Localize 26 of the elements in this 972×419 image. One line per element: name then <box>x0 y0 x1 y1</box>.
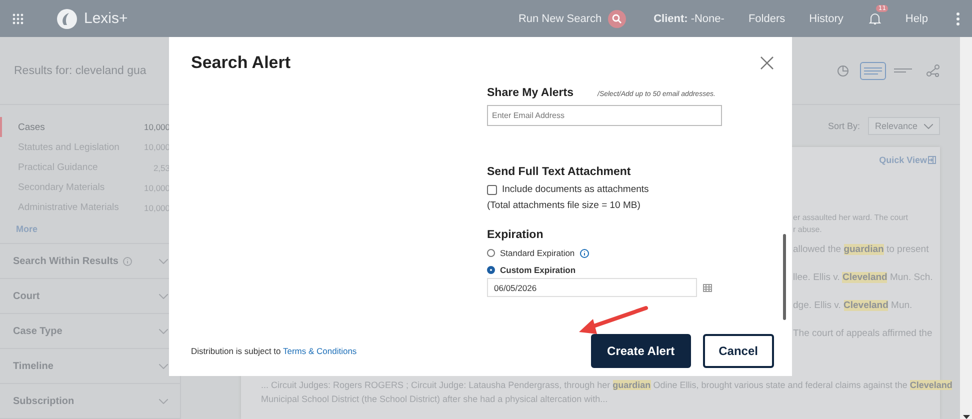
run-new-search-link[interactable]: Run New Search <box>518 12 602 24</box>
sort-label: Sort By: <box>828 121 860 131</box>
note-text: (Total attachments file size = 10 MB) <box>487 200 642 211</box>
nav-link[interactable]: History <box>809 12 844 24</box>
cancel-button[interactable]: Cancel <box>702 334 774 368</box>
checkbox-label: Include documents as attachments <box>502 184 649 195</box>
client-value[interactable]: -None- <box>690 12 724 24</box>
radio-label: Custom Expiration <box>500 265 576 275</box>
filter-section[interactable]: Subscription <box>0 384 180 419</box>
app-name: Lexis+ <box>84 10 128 27</box>
dialog-title: Search Alert <box>191 53 291 73</box>
terms-link[interactable]: Terms & Conditions <box>282 346 357 356</box>
quick-view-link[interactable]: Quick View <box>879 155 927 165</box>
section-heading: Share My Alerts <box>487 87 574 99</box>
radio-label: Standard Expiration <box>500 248 575 258</box>
results-title: Results for: cleveland gua <box>14 64 148 76</box>
date-input[interactable]: 06/05/2026 <box>487 278 697 297</box>
footer-text: Distribution is subject to Terms & Conditions <box>191 346 358 356</box>
client-label: Client: <box>654 12 688 24</box>
sort-dropdown[interactable]: Relevance <box>868 117 940 135</box>
create-alert-button[interactable]: Create Alert <box>591 334 691 368</box>
help-link[interactable]: Help <box>905 12 928 24</box>
section-heading: Expiration <box>487 229 544 241</box>
nav-link[interactable]: Folders <box>748 12 786 24</box>
section-heading: Send Full Text Attachment <box>487 166 631 178</box>
email-input[interactable]: Enter Email Address <box>487 105 722 126</box>
